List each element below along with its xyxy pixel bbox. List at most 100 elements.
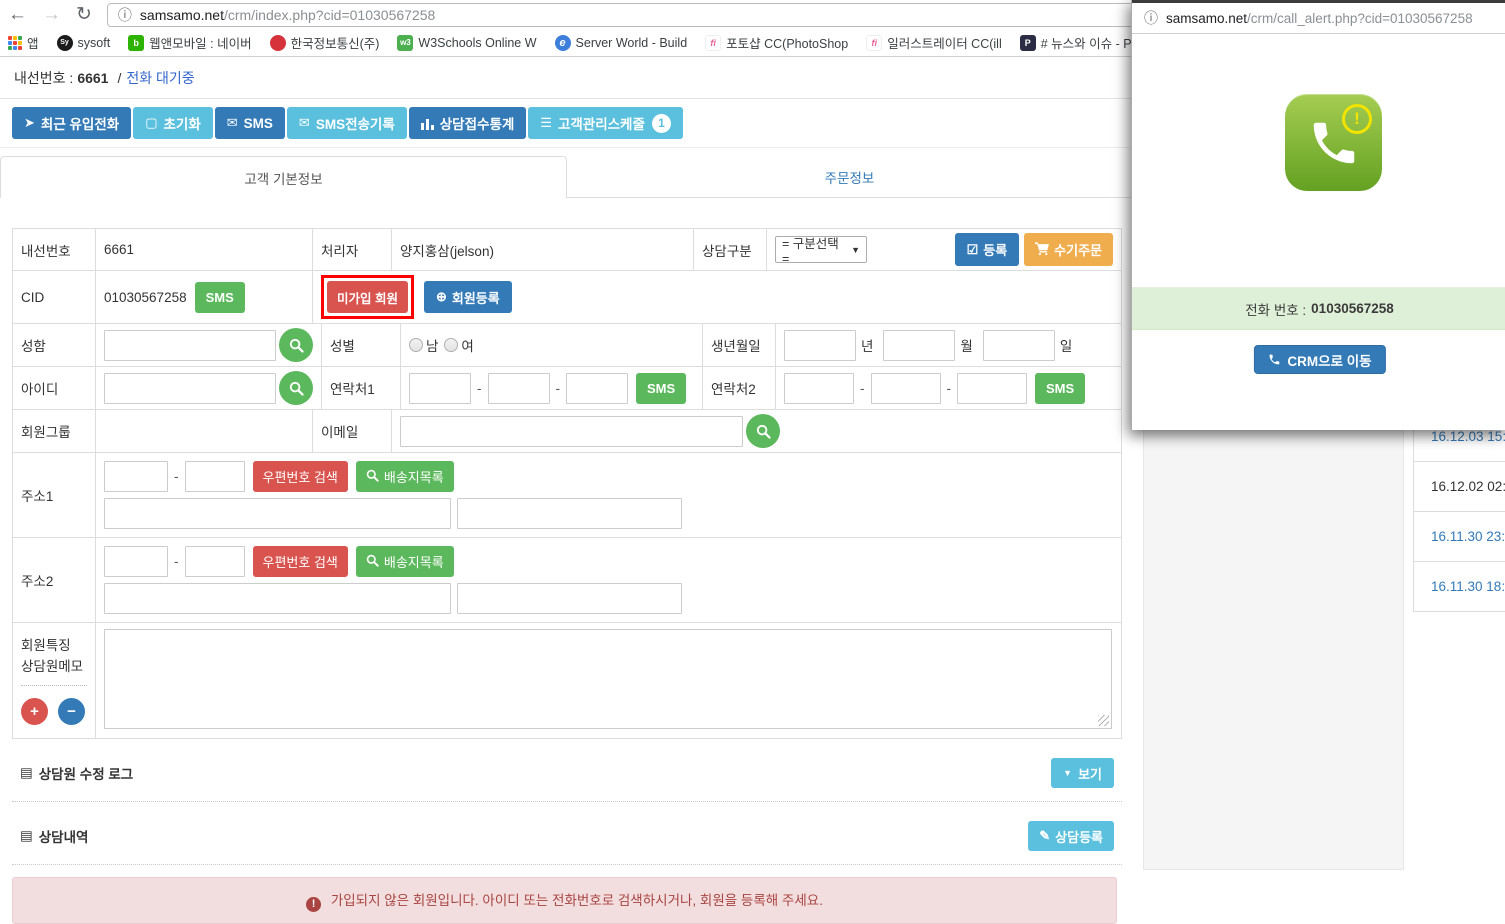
dash-separator: - <box>174 469 179 484</box>
register-button[interactable]: ☑ 등록 <box>955 233 1020 266</box>
address2-zip1-input[interactable] <box>104 546 168 577</box>
bookmark-label: 앱 <box>27 33 39 52</box>
consult-register-button[interactable]: ✎ 상담등록 <box>1028 821 1114 851</box>
bookmark-serverworld[interactable]: e Server World - Build <box>555 35 688 51</box>
reset-button[interactable]: ▢ 초기화 <box>133 107 213 139</box>
bookmark-w3schools[interactable]: w3 W3Schools Online W <box>397 35 536 51</box>
handler-label: 처리자 <box>312 229 391 270</box>
address2-zip-search-button[interactable]: 우편번호 검색 <box>253 546 348 577</box>
row-address2: 주소2 - 우편번호 검색 배송지목록 <box>13 537 1121 622</box>
address1-delivery-list-button[interactable]: 배송지목록 <box>356 461 454 492</box>
birth-day-input[interactable] <box>983 330 1055 361</box>
email-input[interactable] <box>400 416 743 447</box>
bookmark-webnmobile[interactable]: b 웹앤모바일 : 네이버 <box>128 33 251 52</box>
sms-button[interactable]: ✉ SMS <box>215 107 285 139</box>
dash-separator: - <box>860 381 865 396</box>
contact2-part1-input[interactable] <box>784 373 854 404</box>
bookmark-photoshop[interactable]: fi 포토샵 CC(PhotoShop <box>705 33 848 52</box>
consult-type-select[interactable]: = 구분선택 = ▼ <box>775 236 867 263</box>
call-history-row[interactable]: 16.11.30 23:2 <box>1413 511 1505 562</box>
email-search-button[interactable] <box>746 414 780 448</box>
bookmark-sysoft[interactable]: Sy sysoft <box>57 35 111 51</box>
contact1-part3-input[interactable] <box>566 373 628 404</box>
contact1-part2-input[interactable] <box>488 373 550 404</box>
address2-detail-input[interactable] <box>457 583 682 614</box>
alert-exclamation-icon: ! <box>1342 104 1372 134</box>
tab-order-info[interactable]: 주문정보 <box>567 156 1132 198</box>
contact2-part3-input[interactable] <box>957 373 1027 404</box>
call-history-row[interactable]: 16.12.02 02:3 <box>1413 461 1505 512</box>
refresh-icon[interactable]: ↻ <box>76 5 92 24</box>
contact2-sms-button[interactable]: SMS <box>1035 373 1085 404</box>
consult-stats-button[interactable]: 상담접수통계 <box>409 107 527 139</box>
page-info-icon[interactable]: ⓘ <box>1144 8 1158 28</box>
search-icon <box>289 338 304 353</box>
user-id-search-button[interactable] <box>279 371 313 405</box>
add-note-button[interactable]: + <box>21 698 48 725</box>
schedule-count-badge: 1 <box>652 114 671 133</box>
cid-label: CID <box>13 271 95 323</box>
address2-zip2-input[interactable] <box>185 546 245 577</box>
gender-female-radio[interactable] <box>444 338 458 352</box>
member-note-textarea[interactable] <box>104 629 1112 729</box>
address1-zip-search-button[interactable]: 우편번호 검색 <box>253 461 348 492</box>
mail-icon: ✉ <box>299 115 310 131</box>
picp-favicon-icon: P <box>1020 35 1036 51</box>
goto-crm-button[interactable]: CRM으로 이동 <box>1253 345 1385 374</box>
name-search-button[interactable] <box>279 328 313 362</box>
search-icon <box>366 554 379 570</box>
right-gray-panel <box>1143 418 1404 870</box>
address1-detail-input[interactable] <box>457 498 682 529</box>
name-input[interactable] <box>104 330 276 361</box>
page-info-icon[interactable]: ⓘ <box>118 5 132 25</box>
forward-icon[interactable]: → <box>42 5 61 24</box>
gender-male-radio[interactable] <box>409 338 423 352</box>
recent-calls-button[interactable]: ➤ 최근 유입전화 <box>12 107 131 139</box>
birth-month-input[interactable] <box>883 330 955 361</box>
nonmember-status-button[interactable]: 미가입 회원 <box>327 281 408 313</box>
dash-separator: - <box>947 381 952 396</box>
address2-label: 주소2 <box>13 538 95 622</box>
view-log-button[interactable]: ▼ 보기 <box>1051 758 1114 788</box>
contact1-part1-input[interactable] <box>409 373 471 404</box>
header-separator: / <box>117 70 121 86</box>
contact1-sms-button[interactable]: SMS <box>636 373 686 404</box>
contact2-part2-input[interactable] <box>871 373 941 404</box>
user-id-input[interactable] <box>104 373 276 404</box>
address1-main-input[interactable] <box>104 498 451 529</box>
address2-main-input[interactable] <box>104 583 451 614</box>
row-member-note: 회원특징 상담원메모 + − <box>13 622 1121 738</box>
bookmark-kicc[interactable]: 한국정보통신(주) <box>270 33 380 52</box>
tab-customer-info[interactable]: 고객 기본정보 <box>0 156 567 198</box>
annotation-red-box: 미가입 회원 <box>321 275 414 319</box>
w3schools-favicon-icon: w3 <box>397 35 413 51</box>
cid-sms-button[interactable]: SMS <box>195 282 245 313</box>
url-path: /crm/index.php?cid=01030567258 <box>224 7 435 23</box>
address1-zip2-input[interactable] <box>185 461 245 492</box>
address1-zip1-input[interactable] <box>104 461 168 492</box>
member-register-button[interactable]: ⊕ 회원등록 <box>424 281 512 313</box>
consult-type-label: 상담구분 <box>693 229 766 270</box>
bookmark-illustrator[interactable]: fi 일러스트레이터 CC(ill <box>866 33 1002 52</box>
row-extension: 내선번호 6661 처리자 양지홍삼(jelson) 상담구분 = 구분선택 =… <box>13 229 1121 270</box>
bookmark-label: 포토샵 CC(PhotoShop <box>726 33 848 52</box>
caret-down-icon: ▼ <box>1063 768 1072 778</box>
sms-history-button[interactable]: ✉ SMS전송기록 <box>287 107 407 139</box>
bookmark-apps[interactable]: 앱 <box>8 33 39 52</box>
resize-grip[interactable] <box>1098 715 1109 726</box>
back-icon[interactable]: ← <box>8 5 27 24</box>
customer-schedule-button[interactable]: ☰ 고객관리스케줄 1 <box>528 107 683 139</box>
address2-delivery-list-button[interactable]: 배송지목록 <box>356 546 454 577</box>
call-status-link[interactable]: 전화 대기중 <box>126 68 194 88</box>
list-icon: ☰ <box>540 115 552 131</box>
dash-separator: - <box>556 381 561 396</box>
warning-text: 가입되지 않은 회원입니다. 아이디 또는 전화번호로 검색하시거나, 회원을 … <box>331 893 823 908</box>
popup-address-bar[interactable]: ⓘ samsamo.net /crm/call_alert.php?cid=01… <box>1132 3 1505 34</box>
remove-note-button[interactable]: − <box>58 698 85 725</box>
bookmark-label: 한국정보통신(주) <box>291 33 380 52</box>
user-id-label: 아이디 <box>13 367 95 409</box>
manual-order-button[interactable]: 수기주문 <box>1024 233 1113 266</box>
ie-favicon-icon: e <box>555 35 571 51</box>
birth-year-input[interactable] <box>784 330 856 361</box>
call-history-row[interactable]: 16.11.30 18:1 <box>1413 561 1505 612</box>
